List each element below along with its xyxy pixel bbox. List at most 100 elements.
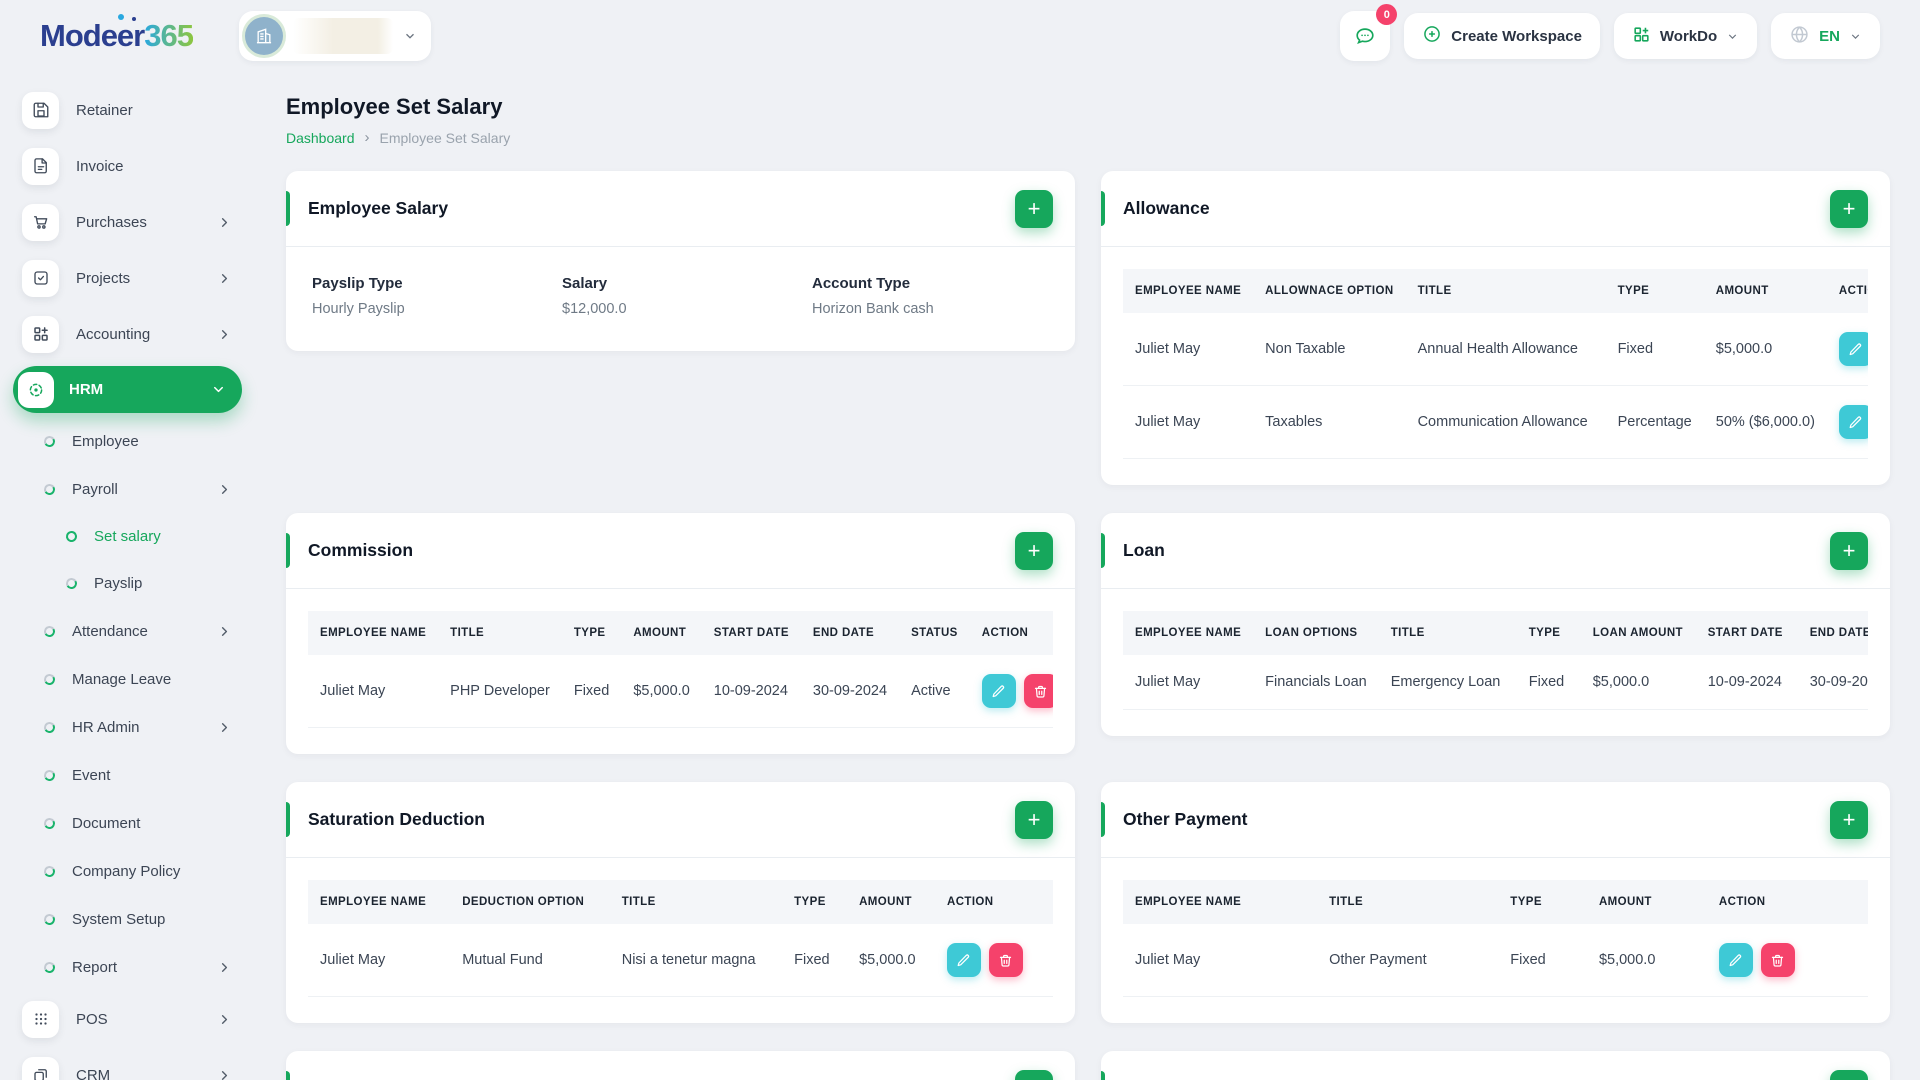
company-contribution-card: Company Contribution + <box>1101 1051 1890 1080</box>
accent-bar <box>1101 1071 1105 1080</box>
workspace-selector[interactable] <box>239 11 431 61</box>
sidebar-item-company-policy[interactable]: Company Policy <box>0 847 258 895</box>
add-other-payment-button[interactable]: + <box>1830 801 1868 839</box>
grid-plus-icon <box>22 316 59 353</box>
delete-button[interactable] <box>989 943 1023 977</box>
add-company-contribution-button[interactable]: + <box>1830 1070 1868 1080</box>
card-header: Overtime + <box>286 1051 1075 1080</box>
data-table: EMPLOYEE NAMELOAN OPTIONSTITLETYPELOAN A… <box>1123 611 1868 710</box>
data-table: EMPLOYEE NAMEALLOWNACE OPTIONTITLETYPEAM… <box>1123 269 1868 459</box>
table-cell: 30-09-2024 <box>1798 655 1868 710</box>
sidebar-item-label: Event <box>72 767 110 784</box>
create-workspace-button[interactable]: Create Workspace <box>1404 13 1600 59</box>
workdo-menu-button[interactable]: WorkDo <box>1614 13 1757 59</box>
sidebar-item-employee[interactable]: Employee <box>0 417 258 465</box>
topbar: Modeer365 0 Create Workspace <box>0 0 1920 72</box>
sidebar-item-report[interactable]: Report <box>0 943 258 991</box>
sidebar-item-invoice[interactable]: Invoice <box>0 138 258 194</box>
bullet-icon <box>43 960 56 973</box>
bullet-icon <box>43 768 56 781</box>
notification-badge: 0 <box>1376 4 1397 25</box>
sidebar-item-label: HRM <box>69 381 103 398</box>
chat-bubble-icon <box>1354 25 1376 47</box>
table-cell: $5,000.0 <box>621 655 701 728</box>
add-employee-salary-button[interactable]: + <box>1015 190 1053 228</box>
add-overtime-button[interactable]: + <box>1015 1070 1053 1080</box>
breadcrumb-dashboard-link[interactable]: Dashboard <box>286 130 355 146</box>
allowance-card: Allowance + EMPLOYEE NAMEALLOWNACE OPTIO… <box>1101 171 1890 485</box>
chevron-right-icon <box>217 624 232 639</box>
other-payment-card: Other Payment + EMPLOYEE NAMETITLETYPEAM… <box>1101 782 1890 1023</box>
data-table: EMPLOYEE NAMETITLETYPEAMOUNTACTIONJuliet… <box>1123 880 1868 997</box>
chevron-right-icon <box>217 327 232 342</box>
sidebar-item-retainer[interactable]: Retainer <box>0 82 258 138</box>
sidebar-item-hrm[interactable]: HRM <box>13 366 242 413</box>
column-header-action: ACTION <box>1827 269 1868 313</box>
messages-button[interactable]: 0 <box>1340 11 1390 61</box>
add-commission-button[interactable]: + <box>1015 532 1053 570</box>
table-cell: 30-09-2024 <box>801 655 899 728</box>
delete-button[interactable] <box>1024 674 1053 708</box>
table-row: Juliet MayOther PaymentFixed$5,000.0 <box>1123 924 1868 997</box>
column-header-status: STATUS <box>899 611 970 655</box>
table-header-row: EMPLOYEE NAMEALLOWNACE OPTIONTITLETYPEAM… <box>1123 269 1868 313</box>
accent-bar <box>1101 802 1105 837</box>
column-header-start-date: START DATE <box>1696 611 1798 655</box>
table-cell: Active <box>899 655 970 728</box>
sidebar-item-set-salary[interactable]: Set salary <box>0 513 258 560</box>
add-allowance-button[interactable]: + <box>1830 190 1868 228</box>
saturation-deduction-table: EMPLOYEE NAMEDEDUCTION OPTIONTITLETYPEAM… <box>308 880 1053 997</box>
table-cell: Fixed <box>782 924 847 997</box>
sidebar-item-payslip[interactable]: Payslip <box>0 560 258 607</box>
workspace-name <box>293 18 393 54</box>
crm-icon <box>22 1057 59 1080</box>
table-row: Juliet MayNon TaxableAnnual Health Allow… <box>1123 313 1868 386</box>
table-cell: $5,000.0 <box>1581 655 1696 710</box>
sidebar-item-document[interactable]: Document <box>0 799 258 847</box>
table-cell: 10-09-2024 <box>1696 655 1798 710</box>
accent-bar <box>286 191 290 226</box>
card-header: Other Payment + <box>1101 782 1890 858</box>
table-cell: Nisi a tenetur magna <box>610 924 782 997</box>
sidebar-item-hr-admin[interactable]: HR Admin <box>0 703 258 751</box>
language-selector[interactable]: EN <box>1771 13 1880 59</box>
sidebar-item-pos[interactable]: POS <box>0 991 258 1047</box>
sidebar-item-projects[interactable]: Projects <box>0 250 258 306</box>
delete-button[interactable] <box>1761 943 1795 977</box>
sidebar-item-system-setup[interactable]: System Setup <box>0 895 258 943</box>
sidebar-item-purchases[interactable]: Purchases <box>0 194 258 250</box>
sidebar-item-accounting[interactable]: Accounting <box>0 306 258 362</box>
edit-button[interactable] <box>1839 332 1868 366</box>
sidebar-item-manage-leave[interactable]: Manage Leave <box>0 655 258 703</box>
sidebar-item-label: Payroll <box>72 481 118 498</box>
add-saturation-deduction-button[interactable]: + <box>1015 801 1053 839</box>
accent-bar <box>1101 191 1105 226</box>
edit-button[interactable] <box>1839 405 1868 439</box>
edit-button[interactable] <box>947 943 981 977</box>
sidebar-item-event[interactable]: Event <box>0 751 258 799</box>
sidebar-item-payroll[interactable]: Payroll <box>0 465 258 513</box>
card-title: Employee Salary <box>308 198 448 219</box>
loan-table: EMPLOYEE NAMELOAN OPTIONSTITLETYPELOAN A… <box>1123 611 1868 710</box>
add-loan-button[interactable]: + <box>1830 532 1868 570</box>
grid-plus-icon <box>1632 25 1651 48</box>
sidebar-item-attendance[interactable]: Attendance <box>0 607 258 655</box>
card-title: Allowance <box>1123 198 1210 219</box>
column-header-end-date: END DATE <box>801 611 899 655</box>
table-cell: Communication Allowance <box>1406 386 1606 459</box>
table-cell: Mutual Fund <box>450 924 610 997</box>
page-title: Employee Set Salary <box>286 94 1890 120</box>
card-header: Company Contribution + <box>1101 1051 1890 1080</box>
table-cell: Percentage <box>1606 386 1704 459</box>
sidebar-item-label: System Setup <box>72 911 165 928</box>
column-header-allownace-option: ALLOWNACE OPTION <box>1253 269 1405 313</box>
action-cell <box>935 924 1053 997</box>
cart-icon <box>22 204 59 241</box>
salary-field: Salary $12,000.0 <box>562 275 812 317</box>
sidebar-item-crm[interactable]: CRM <box>0 1047 258 1080</box>
edit-button[interactable] <box>1719 943 1753 977</box>
brand-logo[interactable]: Modeer365 <box>40 18 193 54</box>
edit-button[interactable] <box>982 674 1016 708</box>
field-label: Account Type <box>812 275 1049 292</box>
sidebar-item-label: CRM <box>76 1067 110 1080</box>
